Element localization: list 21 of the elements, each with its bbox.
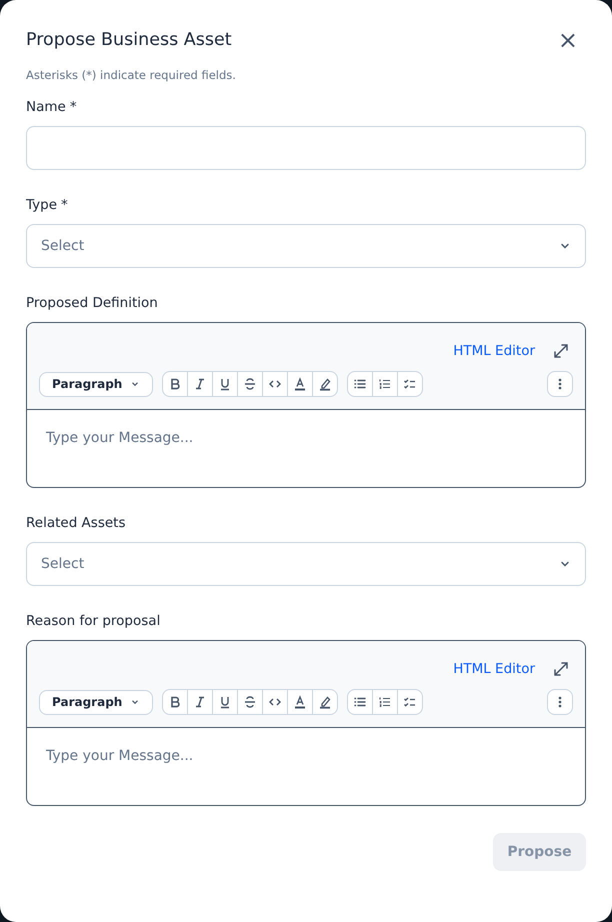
field-label: Reason for proposal xyxy=(26,613,160,629)
select-field[interactable]: Select xyxy=(26,542,586,586)
message-input[interactable]: Type your Message... xyxy=(27,728,585,805)
field-label: Proposed Definition xyxy=(26,295,158,311)
required-mark: * xyxy=(70,99,77,115)
field-label: Name xyxy=(26,99,66,115)
field-label: Related Assets xyxy=(26,515,126,531)
expand-icon[interactable] xyxy=(553,661,569,677)
expand-icon[interactable] xyxy=(553,343,569,359)
select-field[interactable]: Select xyxy=(26,224,586,268)
required-note: Asterisks (*) indicate required fields. xyxy=(26,68,237,82)
required-mark: * xyxy=(61,197,68,213)
message-input[interactable]: Type your Message... xyxy=(27,410,585,487)
paragraph-dropdown[interactable]: Paragraph xyxy=(39,690,154,714)
input-field[interactable] xyxy=(26,126,586,170)
close-button[interactable]: × xyxy=(550,28,586,52)
dialog-title: Propose Business Asset xyxy=(26,30,232,50)
html-editor-link[interactable]: HTML Editor xyxy=(453,343,535,359)
field-label: Type xyxy=(26,197,58,213)
paragraph-dropdown[interactable]: Paragraph xyxy=(39,372,154,396)
html-editor-link[interactable]: HTML Editor xyxy=(453,661,535,677)
